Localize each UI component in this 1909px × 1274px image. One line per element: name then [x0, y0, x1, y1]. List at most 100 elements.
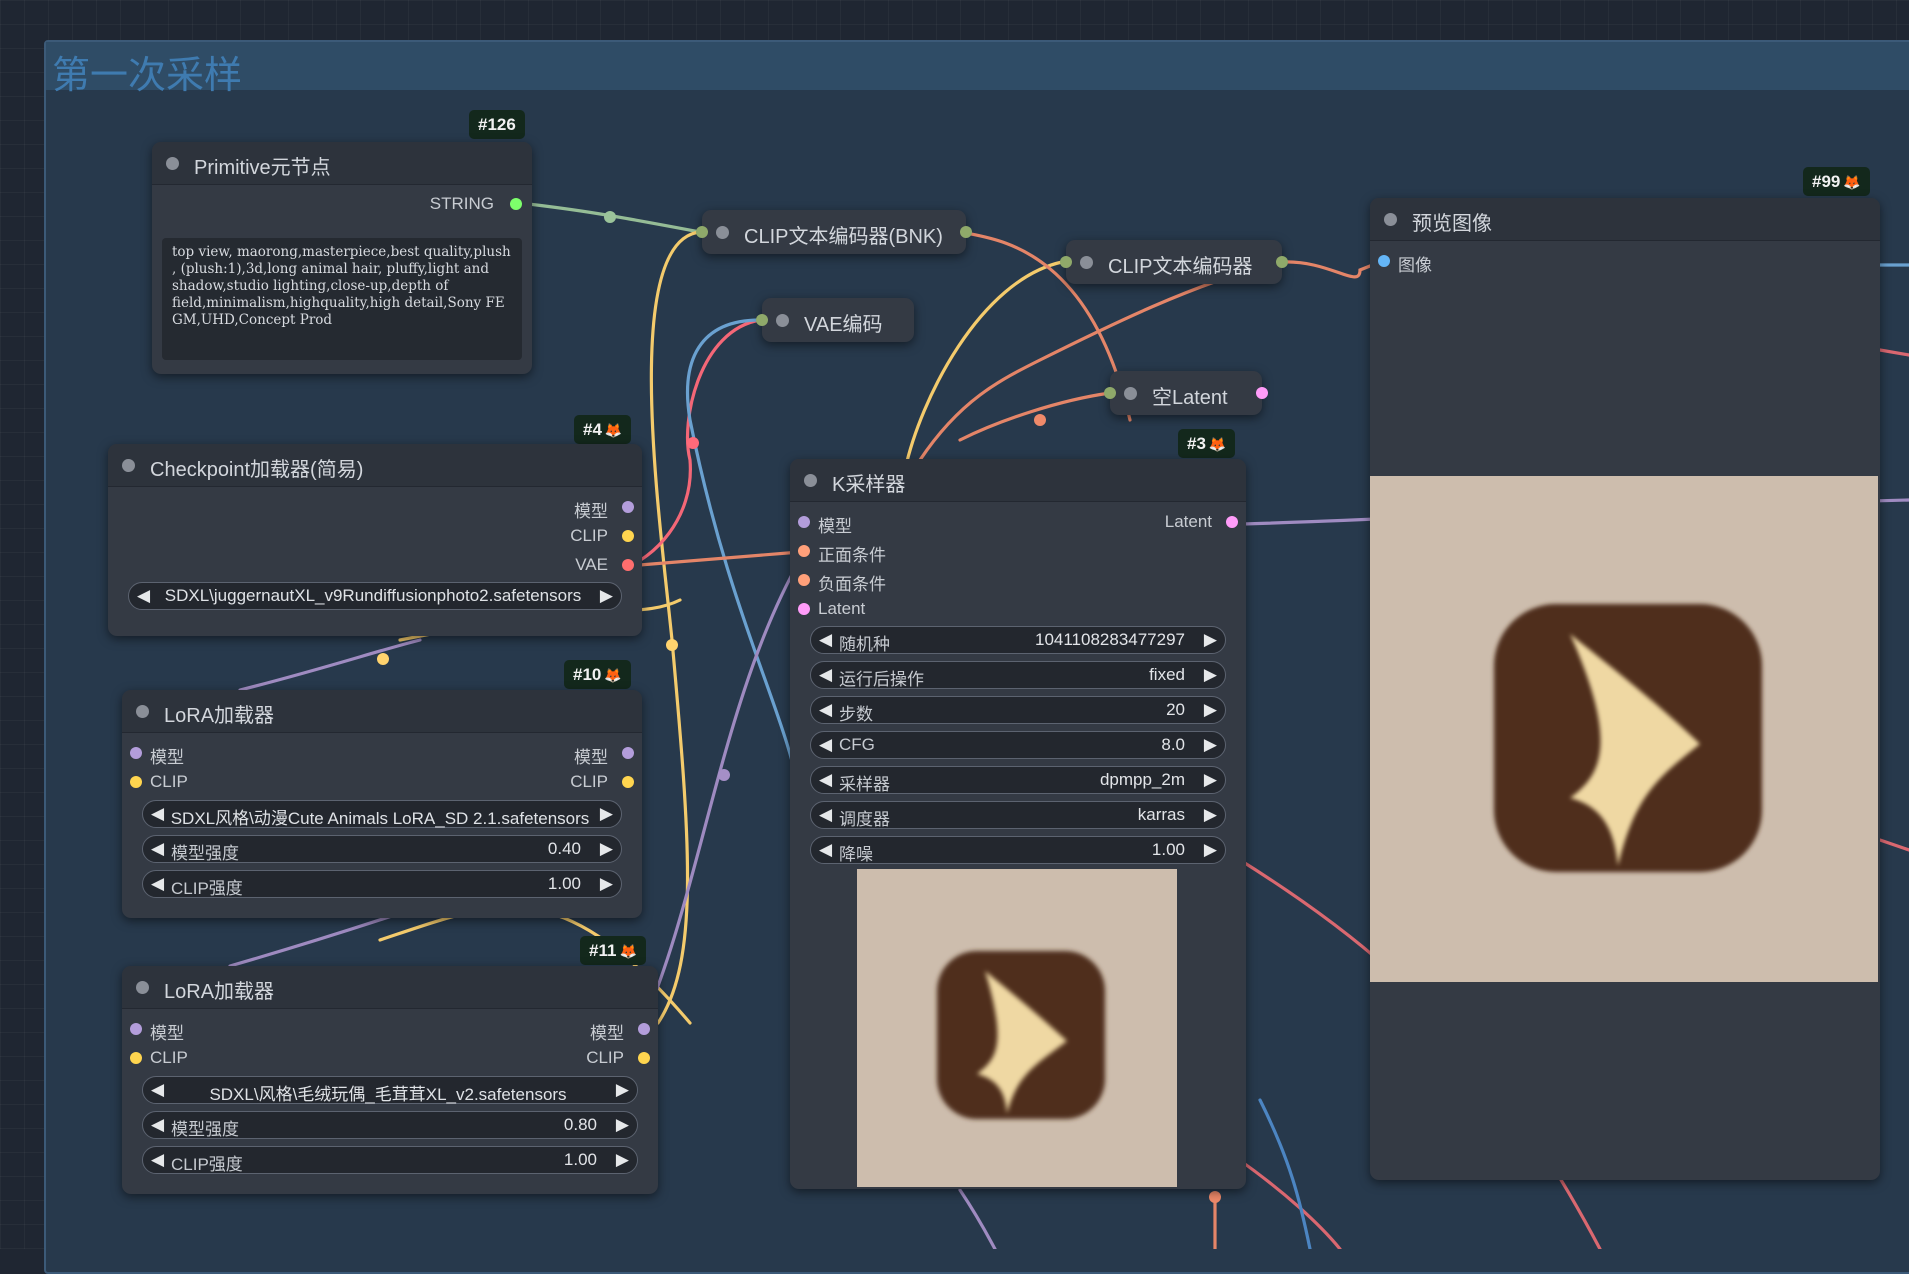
output-socket[interactable] — [1256, 387, 1268, 399]
scheduler-widget[interactable]: ◀ 调度器 karras ▶ — [810, 801, 1226, 829]
increment-arrow[interactable]: ▶ — [1204, 805, 1217, 825]
vae-encode-node[interactable]: VAE编码 — [756, 298, 914, 342]
group-header[interactable]: 第一次采样 — [46, 42, 1909, 97]
model-strength-number[interactable]: ◀ 模型强度 0.80 ▶ — [142, 1111, 638, 1139]
output-model[interactable]: 模型 — [108, 494, 642, 521]
decrement-arrow[interactable]: ◀ — [819, 665, 832, 685]
node-header[interactable]: LoRA加载器 — [122, 690, 642, 733]
input-socket[interactable] — [798, 516, 810, 528]
node-header[interactable]: 预览图像 — [1370, 198, 1880, 241]
collapse-dot[interactable] — [122, 459, 135, 472]
increment-arrow[interactable]: ▶ — [600, 874, 613, 894]
increment-arrow[interactable]: ▶ — [1204, 630, 1217, 650]
clip-strength-number[interactable]: ◀ CLIP强度 1.00 ▶ — [142, 870, 622, 898]
increment-arrow[interactable]: ▶ — [1204, 735, 1217, 755]
decrement-arrow[interactable]: ◀ — [819, 840, 832, 860]
node-header[interactable]: LoRA加载器 — [122, 966, 658, 1009]
steps-widget[interactable]: ◀ 步数 20 ▶ — [810, 696, 1226, 724]
input-socket[interactable] — [756, 314, 768, 326]
lora-loader-node-2[interactable]: LoRA加载器 模型 模型 CLIP CLIP ◀ SDXL\风格\毛绒玩偶_毛… — [122, 966, 658, 1194]
lora-name-combo[interactable]: ◀ SDXL\风格\毛绒玩偶_毛茸茸XL_v2.safetensors ▶ — [142, 1076, 638, 1104]
increment-arrow[interactable]: ▶ — [1204, 770, 1217, 790]
clip-text-encode-bnk-node[interactable]: CLIP文本编码器(BNK) — [696, 210, 972, 254]
collapse-dot[interactable] — [1124, 387, 1137, 400]
increment-arrow[interactable]: ▶ — [600, 804, 613, 824]
input-socket[interactable] — [130, 747, 142, 759]
output-socket[interactable] — [510, 198, 522, 210]
output-socket[interactable] — [622, 530, 634, 542]
input-socket[interactable] — [1378, 255, 1390, 267]
decrement-arrow[interactable]: ◀ — [151, 1150, 164, 1170]
input-socket[interactable] — [696, 226, 708, 238]
input-socket[interactable] — [1104, 387, 1116, 399]
decrement-arrow[interactable]: ◀ — [151, 1115, 164, 1135]
output-socket[interactable] — [638, 1052, 650, 1064]
output-socket[interactable] — [1226, 516, 1238, 528]
input-socket[interactable] — [798, 545, 810, 557]
socket-row-positive[interactable]: 正面条件 — [790, 538, 1246, 565]
output-socket[interactable] — [960, 226, 972, 238]
increment-arrow[interactable]: ▶ — [616, 1080, 629, 1100]
checkpoint-loader-node[interactable]: Checkpoint加载器(简易) 模型 CLIP VAE ◀ SDXL\jug… — [108, 444, 642, 636]
input-socket[interactable] — [130, 776, 142, 788]
cfg-widget[interactable]: ◀ CFG 8.0 ▶ — [810, 731, 1226, 759]
output-socket[interactable] — [622, 776, 634, 788]
decrement-arrow[interactable]: ◀ — [151, 804, 164, 824]
collapse-dot[interactable] — [804, 474, 817, 487]
increment-arrow[interactable]: ▶ — [600, 586, 613, 606]
increment-arrow[interactable]: ▶ — [1204, 665, 1217, 685]
model-strength-number[interactable]: ◀ 模型强度 0.40 ▶ — [142, 835, 622, 863]
node-header[interactable]: Primitive元节点 — [152, 142, 532, 185]
socket-row-model[interactable]: 模型 模型 — [122, 1016, 658, 1043]
socket-row-clip[interactable]: CLIP CLIP — [122, 1045, 658, 1071]
ksampler-node[interactable]: K采样器 模型 Latent 正面条件 负面条件 Latent ◀ 随机种 10… — [790, 459, 1246, 1189]
seed-widget[interactable]: ◀ 随机种 1041108283477297 ▶ — [810, 626, 1226, 654]
input-socket[interactable] — [130, 1052, 142, 1064]
collapse-dot[interactable] — [136, 705, 149, 718]
socket-row-model[interactable]: 模型 模型 — [122, 740, 642, 767]
primitive-node[interactable]: Primitive元节点 STRING top view, maorong,ma… — [152, 142, 532, 374]
output-socket[interactable] — [1276, 256, 1288, 268]
increment-arrow[interactable]: ▶ — [600, 839, 613, 859]
output-clip[interactable]: CLIP — [108, 523, 642, 549]
output-socket[interactable] — [622, 501, 634, 513]
decrement-arrow[interactable]: ◀ — [819, 770, 832, 790]
decrement-arrow[interactable]: ◀ — [151, 1080, 164, 1100]
ckpt-name-combo[interactable]: ◀ SDXL\juggernautXL_v9Rundiffusionphoto2… — [128, 582, 622, 610]
socket-row-clip[interactable]: CLIP CLIP — [122, 769, 642, 795]
socket-row-model[interactable]: 模型 Latent — [790, 509, 1246, 536]
decrement-arrow[interactable]: ◀ — [819, 700, 832, 720]
collapse-dot[interactable] — [716, 226, 729, 239]
socket-row-latent[interactable]: Latent — [790, 596, 1246, 622]
denoise-widget[interactable]: ◀ 降噪 1.00 ▶ — [810, 836, 1226, 864]
node-header[interactable]: K采样器 — [790, 459, 1246, 502]
increment-arrow[interactable]: ▶ — [1204, 840, 1217, 860]
clip-strength-number[interactable]: ◀ CLIP强度 1.00 ▶ — [142, 1146, 638, 1174]
output-socket[interactable] — [622, 559, 634, 571]
node-header[interactable]: Checkpoint加载器(简易) — [108, 444, 642, 487]
output-socket[interactable] — [622, 747, 634, 759]
collapse-dot[interactable] — [136, 981, 149, 994]
decrement-arrow[interactable]: ◀ — [137, 586, 150, 606]
decrement-arrow[interactable]: ◀ — [819, 805, 832, 825]
collapse-dot[interactable] — [166, 157, 179, 170]
decrement-arrow[interactable]: ◀ — [819, 630, 832, 650]
output-vae[interactable]: VAE — [108, 552, 642, 578]
lora-name-combo[interactable]: ◀ SDXL风格\动漫Cute Animals LoRA_SD 2.1.safe… — [142, 800, 622, 828]
decrement-arrow[interactable]: ◀ — [151, 839, 164, 859]
collapse-dot[interactable] — [1080, 256, 1093, 269]
increment-arrow[interactable]: ▶ — [616, 1150, 629, 1170]
output-string[interactable]: STRING — [152, 191, 532, 217]
socket-row-image[interactable]: 图像 — [1370, 248, 1880, 275]
input-socket[interactable] — [798, 574, 810, 586]
increment-arrow[interactable]: ▶ — [1204, 700, 1217, 720]
decrement-arrow[interactable]: ◀ — [819, 735, 832, 755]
preview-image-node[interactable]: 预览图像 图像 — [1370, 198, 1880, 1180]
clip-text-encode-node[interactable]: CLIP文本编码器 — [1060, 240, 1288, 284]
collapse-dot[interactable] — [1384, 213, 1397, 226]
sampler-preview-image[interactable] — [857, 869, 1177, 1187]
sampler-widget[interactable]: ◀ 采样器 dpmpp_2m ▶ — [810, 766, 1226, 794]
collapse-dot[interactable] — [776, 314, 789, 327]
socket-row-negative[interactable]: 负面条件 — [790, 567, 1246, 594]
control-after-generate-widget[interactable]: ◀ 运行后操作 fixed ▶ — [810, 661, 1226, 689]
